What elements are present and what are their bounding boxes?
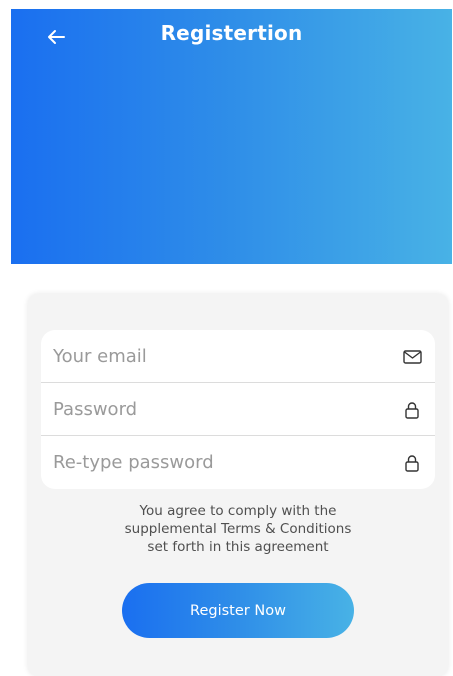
email-field-row: [41, 330, 435, 382]
terms-line: You agree to comply with the: [139, 503, 337, 519]
lock-icon: [402, 400, 422, 420]
lock-icon: [402, 453, 422, 473]
register-now-button[interactable]: Register Now: [122, 583, 354, 638]
input-group: [41, 330, 435, 489]
registration-card: You agree to comply with the supplementa…: [28, 294, 448, 676]
page-title: Registertion: [160, 21, 303, 45]
retype-password-field-row: [41, 436, 435, 488]
terms-line: set forth in this agreement: [147, 539, 329, 555]
password-field-row: [41, 383, 435, 435]
mail-icon: [402, 347, 422, 367]
header-banner: Registertion: [11, 9, 452, 264]
retype-password-field[interactable]: [53, 436, 383, 488]
email-field[interactable]: [53, 330, 383, 382]
terms-line: supplemental Terms & Conditions: [124, 521, 352, 537]
terms-text: You agree to comply with the supplementa…: [28, 502, 448, 556]
password-field[interactable]: [53, 383, 383, 435]
